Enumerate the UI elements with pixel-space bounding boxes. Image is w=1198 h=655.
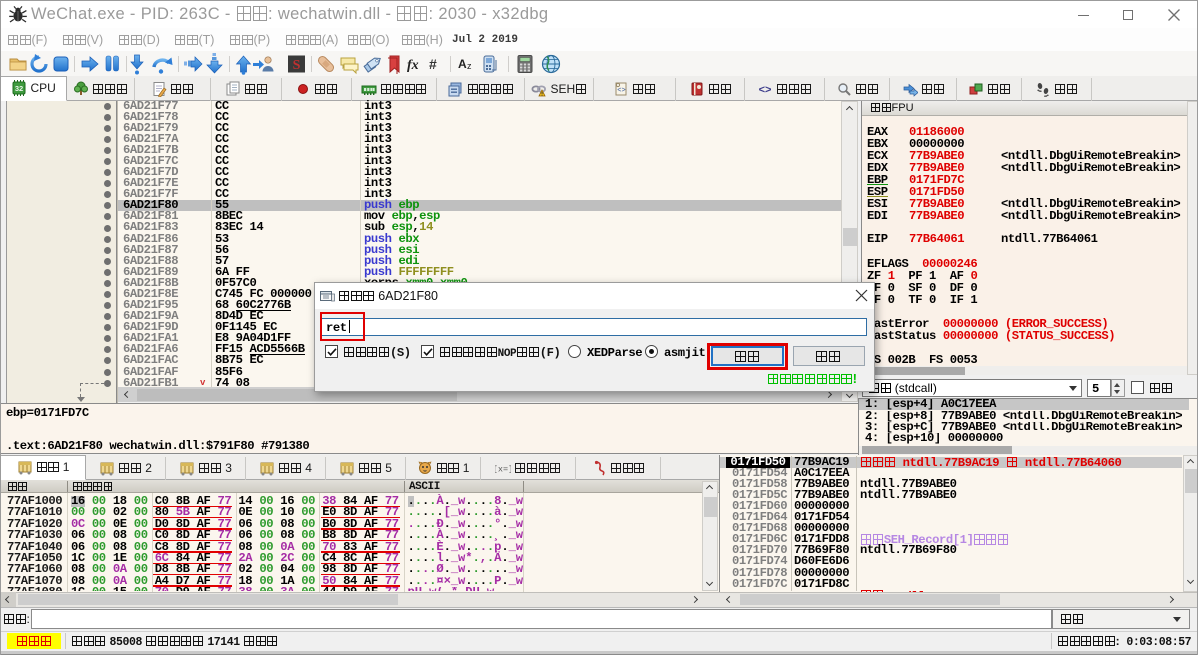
svg-text:S: S: [293, 58, 301, 73]
svg-text:<>: <>: [759, 84, 772, 96]
svg-text:fx: fx: [407, 58, 419, 73]
svg-text:#: #: [429, 56, 437, 72]
svg-text:[x=]: [x=]: [495, 465, 511, 475]
svg-text:A: A: [458, 57, 467, 71]
svg-text:<>: <>: [617, 87, 625, 95]
svg-text:z: z: [467, 61, 472, 71]
svg-text:32: 32: [15, 84, 23, 93]
